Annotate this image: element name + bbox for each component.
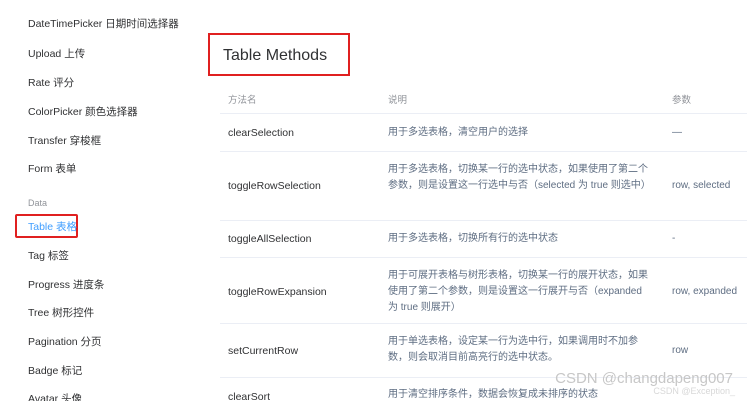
sidebar-item-pagination[interactable]: Pagination 分页 [28, 335, 102, 349]
main-content: Table Methods 方法名 说明 参数 clearSelection 用… [196, 0, 747, 401]
method-name: clearSort [228, 391, 271, 401]
sidebar-item-avatar[interactable]: Avatar 头像 [28, 392, 82, 401]
column-header-params: 参数 [672, 95, 692, 106]
method-name: toggleAllSelection [228, 233, 312, 245]
method-description: 用于多选表格，切换某一行的选中状态，如果使用了第二个参数，则是设置这一行选中与否… [388, 164, 651, 191]
table-row: clearSelection 用于多选表格，清空用户的选择 — [220, 114, 747, 152]
sidebar-item-progress[interactable]: Progress 进度条 [28, 278, 104, 292]
method-description: 用于多选表格，切换所有行的选中状态 [388, 233, 558, 244]
method-description: 用于单选表格，设定某一行为选中行，如果调用时不加参数，则会取消目前高亮行的选中状… [388, 336, 638, 363]
method-description: 用于清空排序条件，数据会恢复成未排序的状态 [388, 389, 598, 400]
method-params: — [672, 127, 682, 138]
table-row: toggleRowExpansion 用于可展开表格与树形表格，切换某一行的展开… [220, 258, 747, 324]
method-description: 用于可展开表格与树形表格，切换某一行的展开状态，如果使用了第二个参数，则是设置这… [388, 270, 648, 313]
sidebar-item-transfer[interactable]: Transfer 穿梭框 [28, 134, 101, 148]
watermark-secondary: CSDN @Exception_ [653, 386, 735, 396]
method-params: row, selected [672, 180, 731, 191]
sidebar-item-datetimepicker[interactable]: DateTimePicker 日期时间选择器 [28, 17, 179, 31]
sidebar-item-tree[interactable]: Tree 树形控件 [28, 306, 94, 320]
method-params: - [672, 233, 676, 244]
sidebar-item-tag[interactable]: Tag 标签 [28, 249, 69, 263]
sidebar: DateTimePicker 日期时间选择器 Upload 上传 Rate 评分… [0, 0, 196, 401]
method-name: setCurrentRow [228, 345, 299, 357]
method-description: 用于多选表格，清空用户的选择 [388, 127, 528, 138]
table-row: toggleAllSelection 用于多选表格，切换所有行的选中状态 - [220, 221, 747, 258]
sidebar-item-upload[interactable]: Upload 上传 [28, 47, 85, 61]
sidebar-item-form[interactable]: Form 表单 [28, 162, 76, 176]
column-header-method: 方法名 [228, 95, 257, 106]
sidebar-item-badge[interactable]: Badge 标记 [28, 364, 82, 378]
sidebar-item-rate[interactable]: Rate 评分 [28, 76, 74, 90]
table-row: toggleRowSelection 用于多选表格，切换某一行的选中状态，如果使… [220, 152, 747, 221]
method-name: toggleRowExpansion [228, 286, 327, 298]
title-highlight: Table Methods [208, 33, 350, 76]
table-header: 方法名 说明 参数 [220, 84, 747, 114]
sidebar-item-colorpicker[interactable]: ColorPicker 颜色选择器 [28, 105, 138, 119]
method-name: toggleRowSelection [228, 180, 321, 192]
sidebar-item-table[interactable]: Table 表格 [28, 220, 77, 234]
method-name: clearSelection [228, 127, 294, 139]
method-params: row, expanded [672, 286, 738, 297]
sidebar-group-label: Data [28, 198, 48, 208]
watermark: CSDN @changdapeng007 [555, 370, 733, 387]
page-title: Table Methods [223, 47, 328, 64]
method-params: row [672, 345, 689, 356]
column-header-description: 说明 [388, 95, 408, 106]
